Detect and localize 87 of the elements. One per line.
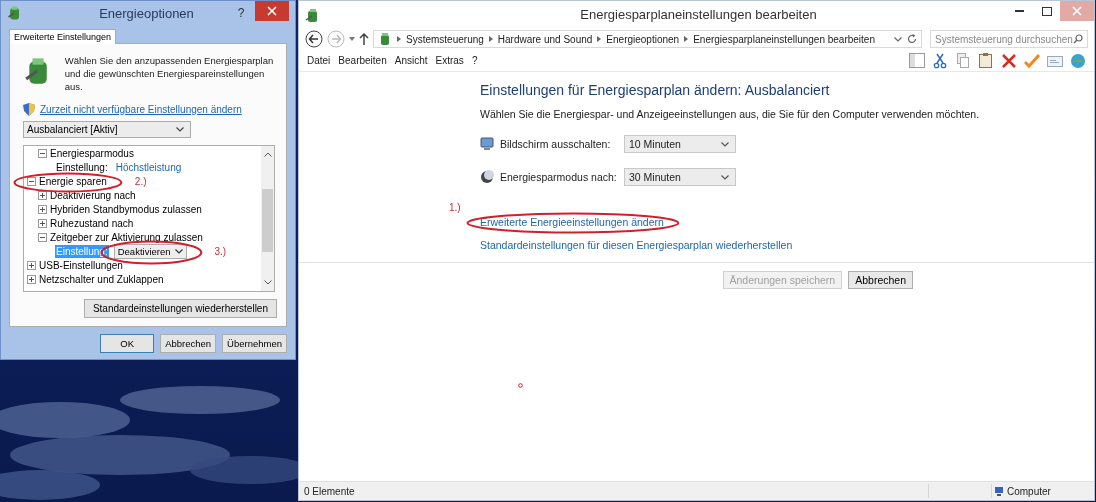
time-dropdown[interactable]: 30 Minuten xyxy=(624,168,736,186)
menu-item[interactable]: Extras xyxy=(435,55,464,66)
expander-icon[interactable] xyxy=(38,204,47,214)
expander-icon[interactable] xyxy=(38,190,47,200)
expander-icon[interactable] xyxy=(38,148,47,158)
chevron-icon xyxy=(684,36,689,42)
back-icon[interactable] xyxy=(305,30,323,48)
ok-button[interactable]: OK xyxy=(100,334,155,353)
expander-icon[interactable] xyxy=(27,274,36,284)
setting-label: Bildschirm ausschalten: xyxy=(500,138,612,150)
tree-item[interactable]: Deaktivierung nach xyxy=(50,189,136,201)
menu-item[interactable]: Datei xyxy=(307,55,331,66)
tree-item[interactable]: Hybriden Standbymodus zulassen xyxy=(50,203,202,215)
cancel-button[interactable]: Abbrechen xyxy=(848,271,913,289)
monitor-icon xyxy=(480,137,494,151)
breadcrumb-item[interactable]: Hardware und Sound xyxy=(497,33,593,45)
setting-label: Einstellung: xyxy=(55,160,109,174)
plan-dropdown[interactable]: Ausbalanciert [Aktiv] xyxy=(23,121,191,138)
maximize-icon xyxy=(1041,6,1052,16)
window-title: Energiesparplaneinstellungen bearbeiten xyxy=(579,7,818,22)
annotation-label: 2.) xyxy=(134,176,147,187)
close-icon xyxy=(1072,6,1082,16)
clipboard-icon[interactable] xyxy=(978,52,994,69)
caret-icon xyxy=(174,248,183,254)
menu-item[interactable]: Ansicht xyxy=(394,55,428,66)
expander-icon[interactable] xyxy=(27,260,36,270)
search-icon[interactable] xyxy=(1073,34,1083,44)
layout-icon[interactable] xyxy=(909,52,925,69)
close-button[interactable] xyxy=(255,1,289,21)
tree-item[interactable]: USB-Einstellungen xyxy=(39,259,123,271)
breadcrumb-item[interactable]: Energieoptionen xyxy=(606,33,680,45)
scrollbar[interactable] xyxy=(261,146,274,291)
setting-value: Höchstleistung xyxy=(115,161,182,173)
setting-dropdown[interactable]: Deaktivieren xyxy=(113,243,187,259)
moon-icon xyxy=(480,170,494,184)
delete-icon[interactable] xyxy=(1001,52,1017,69)
page-heading: Einstellungen für Energiesparplan ändern: Ausbalanciert xyxy=(480,82,831,98)
caret-icon[interactable] xyxy=(349,37,355,41)
location-label: Computer xyxy=(1007,485,1051,497)
scissors-icon[interactable] xyxy=(932,52,948,69)
annotation-label: 3.) xyxy=(214,246,227,257)
up-arrow-icon[interactable] xyxy=(359,33,369,45)
time-dropdown[interactable]: 10 Minuten xyxy=(624,135,736,153)
shield-icon xyxy=(23,103,35,116)
item-count: 0 Elemente xyxy=(303,485,356,497)
annotation-dot xyxy=(518,383,523,388)
menu-item[interactable]: ? xyxy=(471,55,478,66)
minimize-icon xyxy=(1015,10,1024,12)
address-bar[interactable]: Systemsteuerung Hardware und Sound Energieoptionen Energiesparplaneinstellungen bearbeiten xyxy=(373,30,922,48)
breadcrumb-item[interactable]: Energiesparplaneinstellungen bearbeiten xyxy=(693,33,875,45)
computer-icon xyxy=(994,486,1004,496)
expander-icon[interactable] xyxy=(27,176,36,186)
checkmark-icon[interactable] xyxy=(1024,52,1040,69)
cancel-button[interactable]: Abbrechen xyxy=(160,334,217,353)
annotation-label: 1.) xyxy=(449,202,461,213)
caret-icon xyxy=(721,141,729,147)
power-plan-icon xyxy=(378,32,392,46)
search-field[interactable]: Systemsteuerung durchsuchen xyxy=(930,30,1088,48)
breadcrumb-item[interactable]: Systemsteuerung xyxy=(406,33,484,45)
scroll-down-icon[interactable] xyxy=(263,280,272,285)
tree-item[interactable]: Netzschalter und Zuklappen xyxy=(39,273,164,285)
tree-item[interactable]: Ruhezustand nach xyxy=(50,217,134,229)
expander-icon[interactable] xyxy=(38,218,47,228)
close-icon xyxy=(267,6,277,16)
tree-item[interactable]: Zeitgeber zur Aktivierung zulassen xyxy=(50,231,203,243)
chevron-icon xyxy=(397,36,401,42)
restore-defaults-button[interactable]: Standardeinstellungen wiederherstellen xyxy=(83,299,277,318)
menu-item[interactable]: Bearbeiten xyxy=(338,55,387,66)
chevron-icon xyxy=(597,36,602,42)
settings-link[interactable]: Zurzeit nicht verfügbare Einstellungen ändern xyxy=(40,104,242,115)
apply-button[interactable]: Übernehmen xyxy=(222,334,287,353)
caret-icon xyxy=(894,36,902,42)
tree-item[interactable]: Energiesparmodus xyxy=(50,147,134,159)
refresh-icon[interactable] xyxy=(907,34,917,44)
expander-icon[interactable] xyxy=(38,232,47,242)
caret-icon xyxy=(721,174,729,180)
intro-text: Wählen Sie den anzupassenden Energiesparplan und die gewünschten Energiespareinstellungen aus. xyxy=(64,54,275,93)
setting-label: Energiesparmodus nach: xyxy=(500,171,618,183)
scroll-up-icon[interactable] xyxy=(263,152,272,157)
window-title: Energieoptionen xyxy=(98,5,195,21)
caret-icon xyxy=(176,127,184,132)
help-button[interactable]: ? xyxy=(230,4,252,22)
tab[interactable]: Erweiterte Einstellungen xyxy=(9,29,117,44)
settings-link[interactable]: Standardeinstellungen für diesen Energiesparplan wiederherstellen xyxy=(480,239,793,251)
description-text: Wählen Sie die Energiespar- und Anzeigeeinstellungen aus, die Sie für den Computer verwenden möchten. xyxy=(480,108,981,120)
chevron-icon xyxy=(488,36,493,42)
globe-icon[interactable] xyxy=(1070,52,1086,69)
